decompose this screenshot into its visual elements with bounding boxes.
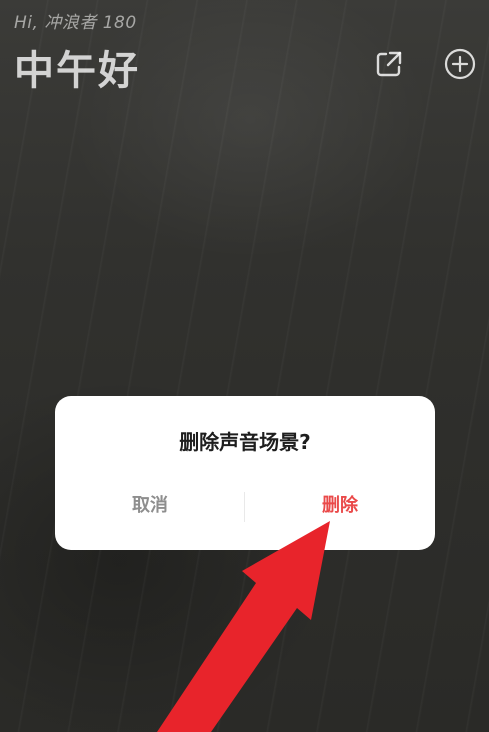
share-icon [376, 51, 402, 77]
background-rain-texture [0, 0, 489, 732]
delete-button[interactable]: 删除 [245, 480, 435, 532]
user-greeting: Hi, 冲浪者 180 [14, 13, 137, 33]
add-scene-button[interactable] [442, 46, 478, 82]
arrow-shape [157, 521, 330, 732]
plus-circle-icon [444, 48, 476, 80]
red-arrow-annotation [157, 521, 330, 732]
time-greeting: 中午好 [14, 48, 140, 94]
app-screen: Hi, 冲浪者 180 中午好 删除声音场景? 取消 删除 [0, 0, 489, 732]
share-button[interactable] [371, 46, 407, 82]
cancel-button[interactable]: 取消 [55, 480, 245, 532]
delete-confirm-dialog: 删除声音场景? 取消 删除 [55, 396, 435, 550]
dialog-title: 删除声音场景? [179, 430, 311, 454]
